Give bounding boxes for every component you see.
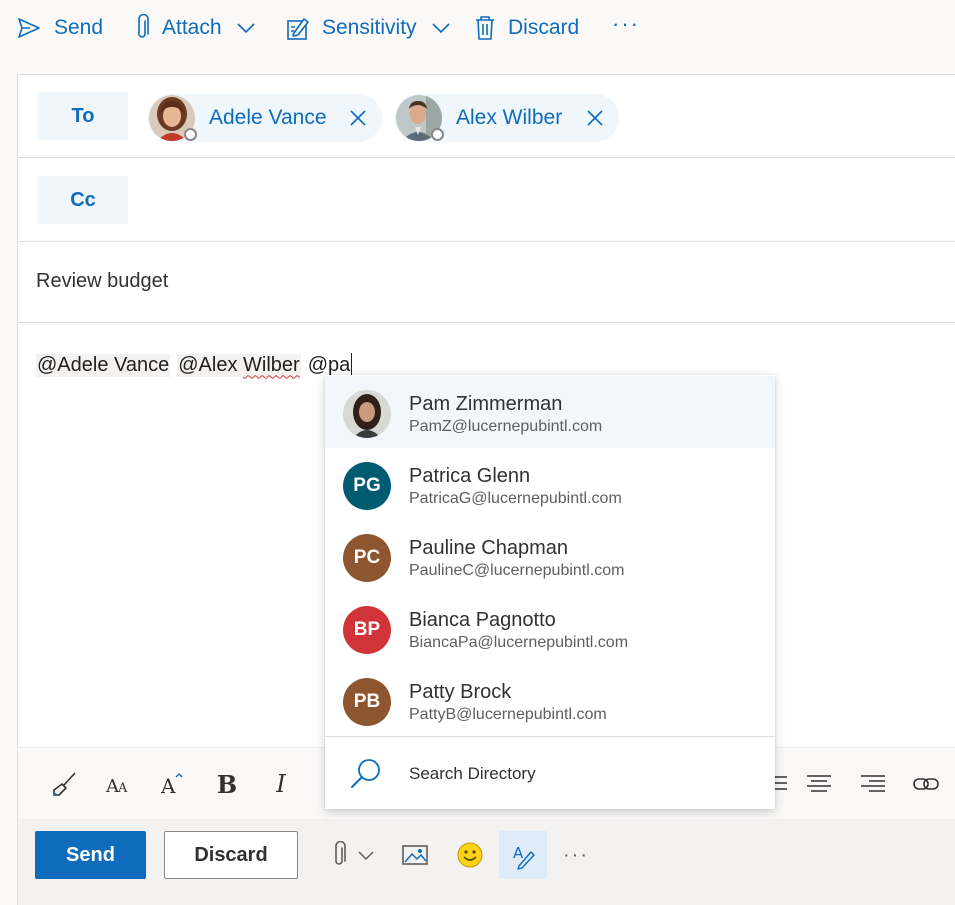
- toolbar-discard-label: Discard: [508, 16, 580, 39]
- toolbar-send-label: Send: [54, 16, 104, 39]
- misspelled-word: Wilber: [243, 353, 300, 376]
- suggestion-email: PatricaG@lucernepubintl.com: [409, 490, 622, 507]
- grow-font-button[interactable]: A: [156, 770, 190, 798]
- suggestion-email: BiancaPa@lucernepubintl.com: [409, 634, 629, 651]
- mention-prefix: @Alex: [178, 353, 244, 376]
- text-caret: [351, 353, 353, 377]
- avatar: PB: [343, 678, 391, 726]
- close-icon[interactable]: [348, 108, 368, 128]
- svg-text:A: A: [160, 774, 176, 797]
- pam-zimmerman-photo: [343, 390, 391, 438]
- paperclip-icon: [138, 14, 149, 38]
- suggestion-item[interactable]: PG Patrica Glenn PatricaG@lucernepubintl…: [325, 448, 775, 520]
- bold-button[interactable]: B: [210, 769, 244, 799]
- cc-button[interactable]: Cc: [38, 176, 128, 224]
- suggestion-email: PattyB@lucernepubintl.com: [409, 706, 607, 723]
- suggestion-name: Patty Brock: [409, 681, 512, 703]
- suggestion-item[interactable]: PB Patty Brock PattyB@lucernepubintl.com: [325, 664, 775, 736]
- search-directory-button[interactable]: Search Directory: [325, 737, 775, 809]
- emoji-icon: [457, 842, 483, 868]
- avatar: [396, 95, 444, 141]
- trash-icon: [476, 16, 494, 40]
- editor-pen-icon: A: [513, 844, 535, 870]
- italic-button[interactable]: I: [264, 770, 298, 798]
- avatar: PC: [343, 534, 391, 582]
- to-button[interactable]: To: [38, 92, 128, 140]
- recipient-chip[interactable]: Adele Vance: [148, 94, 382, 142]
- format-painter-button[interactable]: [48, 770, 82, 798]
- send-icon: [18, 18, 40, 38]
- grow-font-icon: A: [160, 773, 183, 797]
- svg-text:A: A: [117, 781, 128, 796]
- avatar: PG: [343, 462, 391, 510]
- more-icon: ···: [612, 11, 640, 36]
- send-button[interactable]: Send: [35, 831, 146, 879]
- suggestion-item[interactable]: BP Bianca Pagnotto BiancaPa@lucernepubin…: [325, 592, 775, 664]
- toolbar-discard-button[interactable]: Discard: [474, 12, 579, 44]
- suggestion-name: Patrica Glenn: [409, 465, 531, 487]
- chevron-down-icon: [358, 850, 374, 860]
- toolbar-send-button[interactable]: Send: [16, 12, 103, 44]
- top-toolbar: Send Attach Sensitivity Discard ···: [0, 0, 955, 60]
- align-right-icon: [861, 775, 885, 792]
- search-directory-label: Search Directory: [409, 764, 536, 783]
- suggestion-email: PaulineC@lucernepubintl.com: [409, 562, 625, 579]
- mention-adele-vance[interactable]: @Adele Vance: [36, 353, 171, 377]
- to-row: To Adele Vance Alex Wilber: [18, 75, 955, 158]
- subject-field[interactable]: Review budget: [36, 270, 168, 293]
- suggestion-name: Pauline Chapman: [409, 537, 568, 559]
- search-icon: [351, 759, 380, 788]
- paintbrush-icon: [53, 772, 76, 796]
- toolbar-attach-button[interactable]: Attach: [134, 12, 256, 44]
- subject-row[interactable]: Review budget: [18, 242, 955, 323]
- chevron-down-icon: [431, 23, 450, 34]
- more-icon: ···: [563, 843, 589, 866]
- chevron-down-icon: [236, 23, 255, 34]
- toolbar-sensitivity-button[interactable]: Sensitivity: [286, 12, 451, 44]
- toolbar-more-button[interactable]: ···: [612, 8, 640, 40]
- editor-button[interactable]: A: [499, 831, 547, 879]
- align-center-button[interactable]: [804, 770, 834, 798]
- suggestion-name: Bianca Pagnotto: [409, 609, 556, 631]
- suggestion-item[interactable]: PC Pauline Chapman PaulineC@lucernepubin…: [325, 520, 775, 592]
- mention-alex-wilber[interactable]: @Alex Wilber: [177, 353, 301, 377]
- align-right-button[interactable]: [858, 770, 888, 798]
- suggestion-email: PamZ@lucernepubintl.com: [409, 418, 603, 435]
- emoji-button[interactable]: [454, 839, 486, 871]
- discard-button[interactable]: Discard: [164, 831, 298, 879]
- font-size-button[interactable]: AA: [102, 770, 136, 798]
- insert-link-button[interactable]: [910, 770, 942, 798]
- toolbar-attach-label: Attach: [162, 16, 222, 39]
- insert-picture-button[interactable]: [400, 839, 430, 871]
- typed-mention-query: @pa: [307, 353, 351, 376]
- svg-text:A: A: [513, 844, 524, 862]
- mention-suggestions-dropdown: Pam Zimmerman PamZ@lucernepubintl.com PG…: [325, 375, 775, 809]
- recipient-name: Adele Vance: [209, 106, 327, 129]
- avatar: [343, 390, 391, 438]
- link-icon: [913, 778, 939, 790]
- avatar: BP: [343, 606, 391, 654]
- font-size-icon: AA: [105, 776, 128, 796]
- italic-icon: I: [276, 770, 286, 798]
- suggestion-item[interactable]: Pam Zimmerman PamZ@lucernepubintl.com: [325, 376, 775, 448]
- suggestion-name: Pam Zimmerman: [409, 393, 563, 415]
- recipient-name: Alex Wilber: [456, 106, 563, 129]
- more-options-button[interactable]: ···: [561, 839, 591, 871]
- cc-row: Cc: [18, 158, 955, 242]
- presence-offline-icon: [431, 128, 444, 141]
- toolbar-sensitivity-label: Sensitivity: [322, 16, 417, 39]
- align-center-icon: [807, 775, 831, 792]
- avatar: [149, 95, 197, 141]
- compose-actions: Send Discard A ···: [18, 819, 955, 905]
- recipient-chip[interactable]: Alex Wilber: [395, 94, 619, 142]
- bold-icon: B: [216, 769, 238, 799]
- attach-menu-button[interactable]: [324, 839, 382, 871]
- message-body[interactable]: @Adele Vance @Alex Wilber @pa: [36, 350, 353, 380]
- paperclip-icon: [335, 841, 346, 865]
- close-icon[interactable]: [585, 108, 605, 128]
- image-icon: [402, 845, 428, 865]
- sensitivity-icon: [287, 18, 309, 40]
- presence-offline-icon: [184, 128, 197, 141]
